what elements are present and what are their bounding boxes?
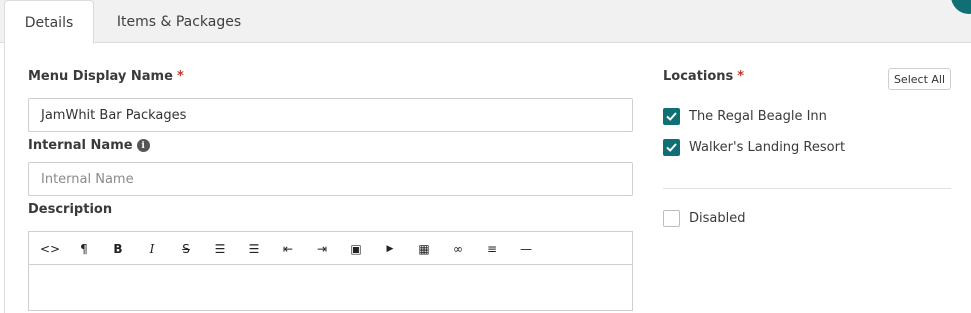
- select-all-button[interactable]: Select All: [888, 68, 951, 90]
- align-icon[interactable]: ≡: [475, 234, 509, 264]
- checkbox-unchecked-icon[interactable]: [663, 210, 680, 227]
- select-all-label: Select All: [893, 72, 946, 86]
- menu-display-name-label: Menu Display Name *: [28, 69, 184, 84]
- paragraph-icon[interactable]: ¶: [67, 234, 101, 264]
- location-label: Walker's Landing Resort: [689, 140, 846, 155]
- required-mark: *: [176, 69, 184, 84]
- menu-display-name-value: JamWhit Bar Packages: [41, 107, 187, 123]
- image-icon[interactable]: ▣: [339, 234, 373, 264]
- link-icon[interactable]: ∞: [441, 234, 475, 264]
- description-label: Description: [28, 202, 113, 217]
- location-option-walkers-landing[interactable]: Walker's Landing Resort: [663, 139, 845, 156]
- checkbox-checked-icon[interactable]: [663, 108, 680, 125]
- internal-name-label: Internal Name i: [28, 138, 150, 153]
- disabled-option[interactable]: Disabled: [663, 210, 745, 227]
- panel-border: [4, 43, 5, 313]
- info-icon[interactable]: i: [136, 139, 150, 152]
- location-option-regal-beagle[interactable]: The Regal Beagle Inn: [663, 108, 827, 125]
- table-icon[interactable]: ▦: [407, 234, 441, 264]
- disabled-label: Disabled: [689, 211, 746, 226]
- indent-icon[interactable]: ⇥: [305, 234, 339, 264]
- tab-details-label: Details: [24, 14, 74, 31]
- locations-label: Locations *: [663, 69, 745, 84]
- location-label: The Regal Beagle Inn: [689, 109, 827, 124]
- code-view-icon[interactable]: <>: [33, 234, 67, 264]
- tab-items-packages-label: Items & Packages: [116, 13, 242, 30]
- section-divider: [663, 188, 951, 189]
- bold-icon[interactable]: B: [101, 234, 135, 264]
- tab-details[interactable]: Details: [4, 0, 94, 44]
- horizontal-rule-icon[interactable]: —: [509, 234, 543, 264]
- tab-bar: Details Items & Packages: [0, 0, 971, 44]
- outdent-icon[interactable]: ⇤: [271, 234, 305, 264]
- checkbox-checked-icon[interactable]: [663, 139, 680, 156]
- corner-action-button[interactable]: [951, 0, 971, 14]
- internal-name-input[interactable]: Internal Name: [28, 162, 633, 196]
- description-editor-toolbar: <> ¶ B I S ☰ ☰ ⇤ ⇥ ▣ ▶ ▦ ∞ ≡ —: [28, 231, 633, 265]
- strikethrough-icon[interactable]: S: [169, 234, 203, 264]
- numbered-list-icon[interactable]: ☰: [237, 234, 271, 264]
- tab-items-packages[interactable]: Items & Packages: [108, 0, 250, 43]
- required-mark: *: [737, 69, 745, 84]
- video-icon[interactable]: ▶: [373, 234, 407, 264]
- internal-name-placeholder: Internal Name: [41, 171, 134, 187]
- menu-display-name-input[interactable]: JamWhit Bar Packages: [28, 98, 633, 132]
- description-editor-body[interactable]: [28, 264, 633, 311]
- bulleted-list-icon[interactable]: ☰: [203, 234, 237, 264]
- italic-icon[interactable]: I: [135, 234, 169, 264]
